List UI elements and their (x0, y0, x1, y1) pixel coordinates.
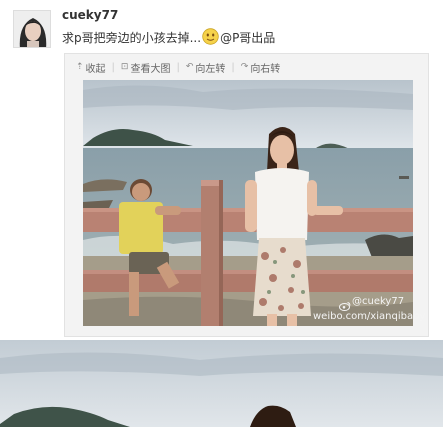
rotate-right-button[interactable]: ↷ 向右转 (241, 60, 281, 75)
post-photo[interactable] (83, 80, 413, 326)
watermark-url: weibo.com/xianqibaby (313, 311, 426, 322)
media-toolbar: ⇡ 收起 | ⊡ 查看大图 | ↶ 向左转 | ↷ 向右转 (76, 60, 281, 75)
user-avatar[interactable] (13, 10, 51, 48)
toolbar-divider: | (176, 61, 180, 73)
collect-label: 收起 (85, 63, 106, 75)
rotate-left-button[interactable]: ↶ 向左转 (186, 60, 226, 75)
toolbar-divider: | (111, 61, 115, 73)
post-mention[interactable]: @P哥出品 (220, 31, 275, 45)
rotate-right-icon: ↷ (240, 62, 249, 72)
post-text-before: 求p哥把旁边的小孩去掉... (62, 31, 202, 45)
view-large-button[interactable]: ⊡ 查看大图 (121, 60, 171, 75)
toolbar-divider: | (231, 61, 235, 73)
smiley-icon (202, 28, 219, 45)
rotate-right-label: 向右转 (250, 63, 281, 75)
magnify-icon: ⊡ (120, 62, 129, 72)
second-photo[interactable] (0, 340, 443, 427)
post-username[interactable]: cueky77 (62, 8, 118, 22)
post-text: 求p哥把旁边的小孩去掉... @P哥出品 (62, 28, 275, 46)
watermark-handle: @cueky77 (352, 296, 405, 307)
rotate-left-label: 向左转 (195, 63, 226, 75)
collect-button[interactable]: ⇡ 收起 (76, 60, 106, 75)
collapse-arrow-icon: ⇡ (76, 62, 84, 72)
view-large-label: 查看大图 (130, 63, 171, 75)
rotate-left-icon: ↶ (185, 62, 194, 72)
